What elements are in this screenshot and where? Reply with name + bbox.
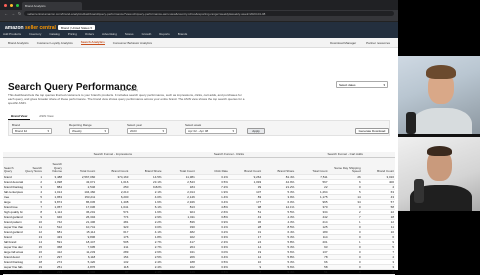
- table-body: brand 1 3,488 2,567,060 374,163 14.5% 11,381 3.…: [3, 174, 395, 275]
- reporting-range-select[interactable]: Weekly ▾: [69, 128, 109, 134]
- chevron-down-icon: ▾: [162, 129, 164, 133]
- page-description: This dashboard lets the top queries that…: [8, 93, 245, 105]
- brand-analytics-subnav: Brand Analytics Customer Loyalty Analyti…: [0, 38, 398, 48]
- page-beta-label: (New & Beta): [120, 88, 138, 92]
- generate-download-button[interactable]: Generate Download: [355, 128, 389, 134]
- screen: Brand Analytics ← → ↻ sellercentral.amaz…: [0, 0, 480, 275]
- column-header[interactable]: Brand Share: [129, 157, 163, 175]
- nav-item[interactable]: Catalog: [49, 32, 59, 36]
- microphone-icon: [414, 179, 424, 203]
- column-header[interactable]: Brand Count: [96, 157, 130, 175]
- search-query-cell[interactable]: brand decorations: [3, 179, 23, 185]
- column-header[interactable]: Click Rate: [195, 157, 229, 175]
- webcam-video-host: [398, 56, 480, 134]
- column-header[interactable]: Same Day Shipping Speed: [328, 157, 362, 175]
- nav-item[interactable]: Add Products: [3, 32, 21, 36]
- marketplace-selector[interactable]: Brand | United States ▾: [58, 25, 95, 30]
- browser-tab[interactable]: Brand Analytics: [22, 2, 82, 10]
- webcam-video-guest: [398, 137, 480, 211]
- search-query-cell[interactable]: brand thanksgiving decorations: [3, 259, 23, 265]
- browser-tab-bar: Brand Analytics: [0, 0, 398, 10]
- minimize-window-icon[interactable]: [10, 3, 13, 7]
- shirt: [412, 108, 472, 134]
- partner-resources-link[interactable]: Partner resources: [366, 41, 390, 45]
- search-query-cell[interactable]: high quality brand fall: [3, 209, 23, 215]
- chevron-down-icon: ▾: [104, 129, 106, 133]
- browser-tab-title: Brand Analytics: [25, 4, 46, 8]
- select-year-filter: Select year 2023 ▾: [127, 123, 167, 134]
- tab-asin-view[interactable]: ASIN View: [36, 113, 56, 120]
- search-query-cell[interactable]: brand thanksgiving decorations: [3, 184, 23, 190]
- nav-item[interactable]: Stores: [125, 32, 134, 36]
- brand-select[interactable]: Brand ltd ▾: [12, 128, 52, 134]
- column-header[interactable]: Total Count: [295, 157, 329, 175]
- nav-item[interactable]: Reports: [159, 32, 170, 36]
- chevron-down-icon: ▾: [47, 129, 49, 133]
- select-week-filter: Select week Apr 02 - Apr 08 ▾: [185, 123, 237, 134]
- dark-panel: [398, 0, 480, 56]
- date-select[interactable]: Select dates ▾: [336, 81, 388, 88]
- dark-panel: [398, 211, 480, 270]
- column-header[interactable]: Brand Share: [262, 157, 296, 175]
- main-nav: Add Products Inventory Catalog Pricing O…: [3, 32, 187, 36]
- chevron-down-icon: ▾: [383, 82, 385, 87]
- nav-item[interactable]: Growth: [142, 32, 152, 36]
- table-column-header: Search Query Search Query Score Search Que…: [3, 157, 395, 175]
- reporting-range-filter: Reporting Range Weekly ▾: [69, 123, 109, 134]
- amazon-logo[interactable]: amazon seller central: [5, 25, 56, 31]
- search-query-table: Search Funnel - Impressions Search Funne…: [3, 152, 395, 275]
- filter-bar: Brand Brand ltd ▾ Reporting Range Weekly ▾…: [8, 120, 390, 136]
- hair: [426, 65, 456, 79]
- page-content: Search Query Performance (New & Beta) Th…: [0, 48, 398, 275]
- column-header[interactable]: Brand Count: [228, 157, 263, 175]
- subnav-item-active[interactable]: Search Analytics: [80, 40, 105, 45]
- column-header[interactable]: Search Query: [3, 157, 23, 175]
- column-header[interactable]: Brand Count: [361, 157, 395, 175]
- reload-icon[interactable]: ↻: [18, 11, 21, 16]
- url-input[interactable]: sellercentral.amazon.com/brand-analytics…: [24, 11, 394, 16]
- subnav-item[interactable]: Brand Analytics: [8, 41, 29, 45]
- column-header[interactable]: Total Count: [162, 157, 196, 175]
- column-header[interactable]: Search Query Volume: [43, 157, 63, 175]
- search-query-cell[interactable]: brand garland: [3, 229, 23, 235]
- search-query-cell[interactable]: brand garland: [3, 214, 23, 220]
- view-tabs: Brand View ASIN View: [8, 113, 57, 120]
- chevron-down-icon: ▾: [90, 25, 92, 30]
- search-query-cell[interactable]: super fine decorations: [3, 244, 23, 250]
- nav-item[interactable]: Brands: [178, 32, 188, 36]
- apply-button[interactable]: Apply: [247, 128, 265, 134]
- nav-item[interactable]: Orders: [85, 32, 94, 36]
- microphone-icon: [406, 112, 416, 134]
- address-bar: ← → ↻ sellercentral.amazon.com/brand-ana…: [0, 10, 398, 17]
- search-query-cell[interactable]: large fall wreath: [3, 249, 23, 255]
- year-select[interactable]: 2023 ▾: [127, 128, 167, 134]
- hair: [427, 146, 452, 156]
- search-query-cell[interactable]: brand decor: [3, 254, 23, 260]
- maximize-window-icon[interactable]: [16, 3, 19, 7]
- back-icon[interactable]: ←: [4, 11, 8, 16]
- close-window-icon[interactable]: [4, 3, 7, 7]
- search-query-cell[interactable]: fall centerpiece: [3, 189, 23, 195]
- column-header[interactable]: Search Query Score: [23, 157, 43, 175]
- nav-item[interactable]: Pricing: [68, 32, 77, 36]
- nav-item[interactable]: Inventory: [29, 32, 41, 36]
- subnav-item[interactable]: Customer Loyalty Analytics: [37, 41, 73, 45]
- search-query-cell[interactable]: super fine thanksgiving pattern: [3, 224, 23, 230]
- search-query-cell[interactable]: brand pattern: [3, 219, 23, 225]
- column-header[interactable]: Total Count: [63, 157, 97, 175]
- brand-filter: Brand Brand ltd ▾: [12, 123, 52, 134]
- page-title: Search Query Performance: [8, 82, 137, 93]
- nav-item[interactable]: Advertising: [102, 32, 117, 36]
- seller-central-header: amazon seller central Brand | United Sta…: [0, 22, 398, 38]
- forward-icon[interactable]: →: [11, 11, 15, 16]
- tab-brand-view[interactable]: Brand View: [8, 113, 31, 120]
- search-query-cell[interactable]: super fine fall decorations: [3, 264, 23, 270]
- subnav-item[interactable]: Consumer Behavior Analytics: [113, 41, 152, 45]
- chevron-down-icon: ▾: [232, 129, 234, 133]
- week-select[interactable]: Apr 02 - Apr 08 ▾: [185, 128, 237, 134]
- download-manager-link[interactable]: Download Manager: [330, 41, 356, 45]
